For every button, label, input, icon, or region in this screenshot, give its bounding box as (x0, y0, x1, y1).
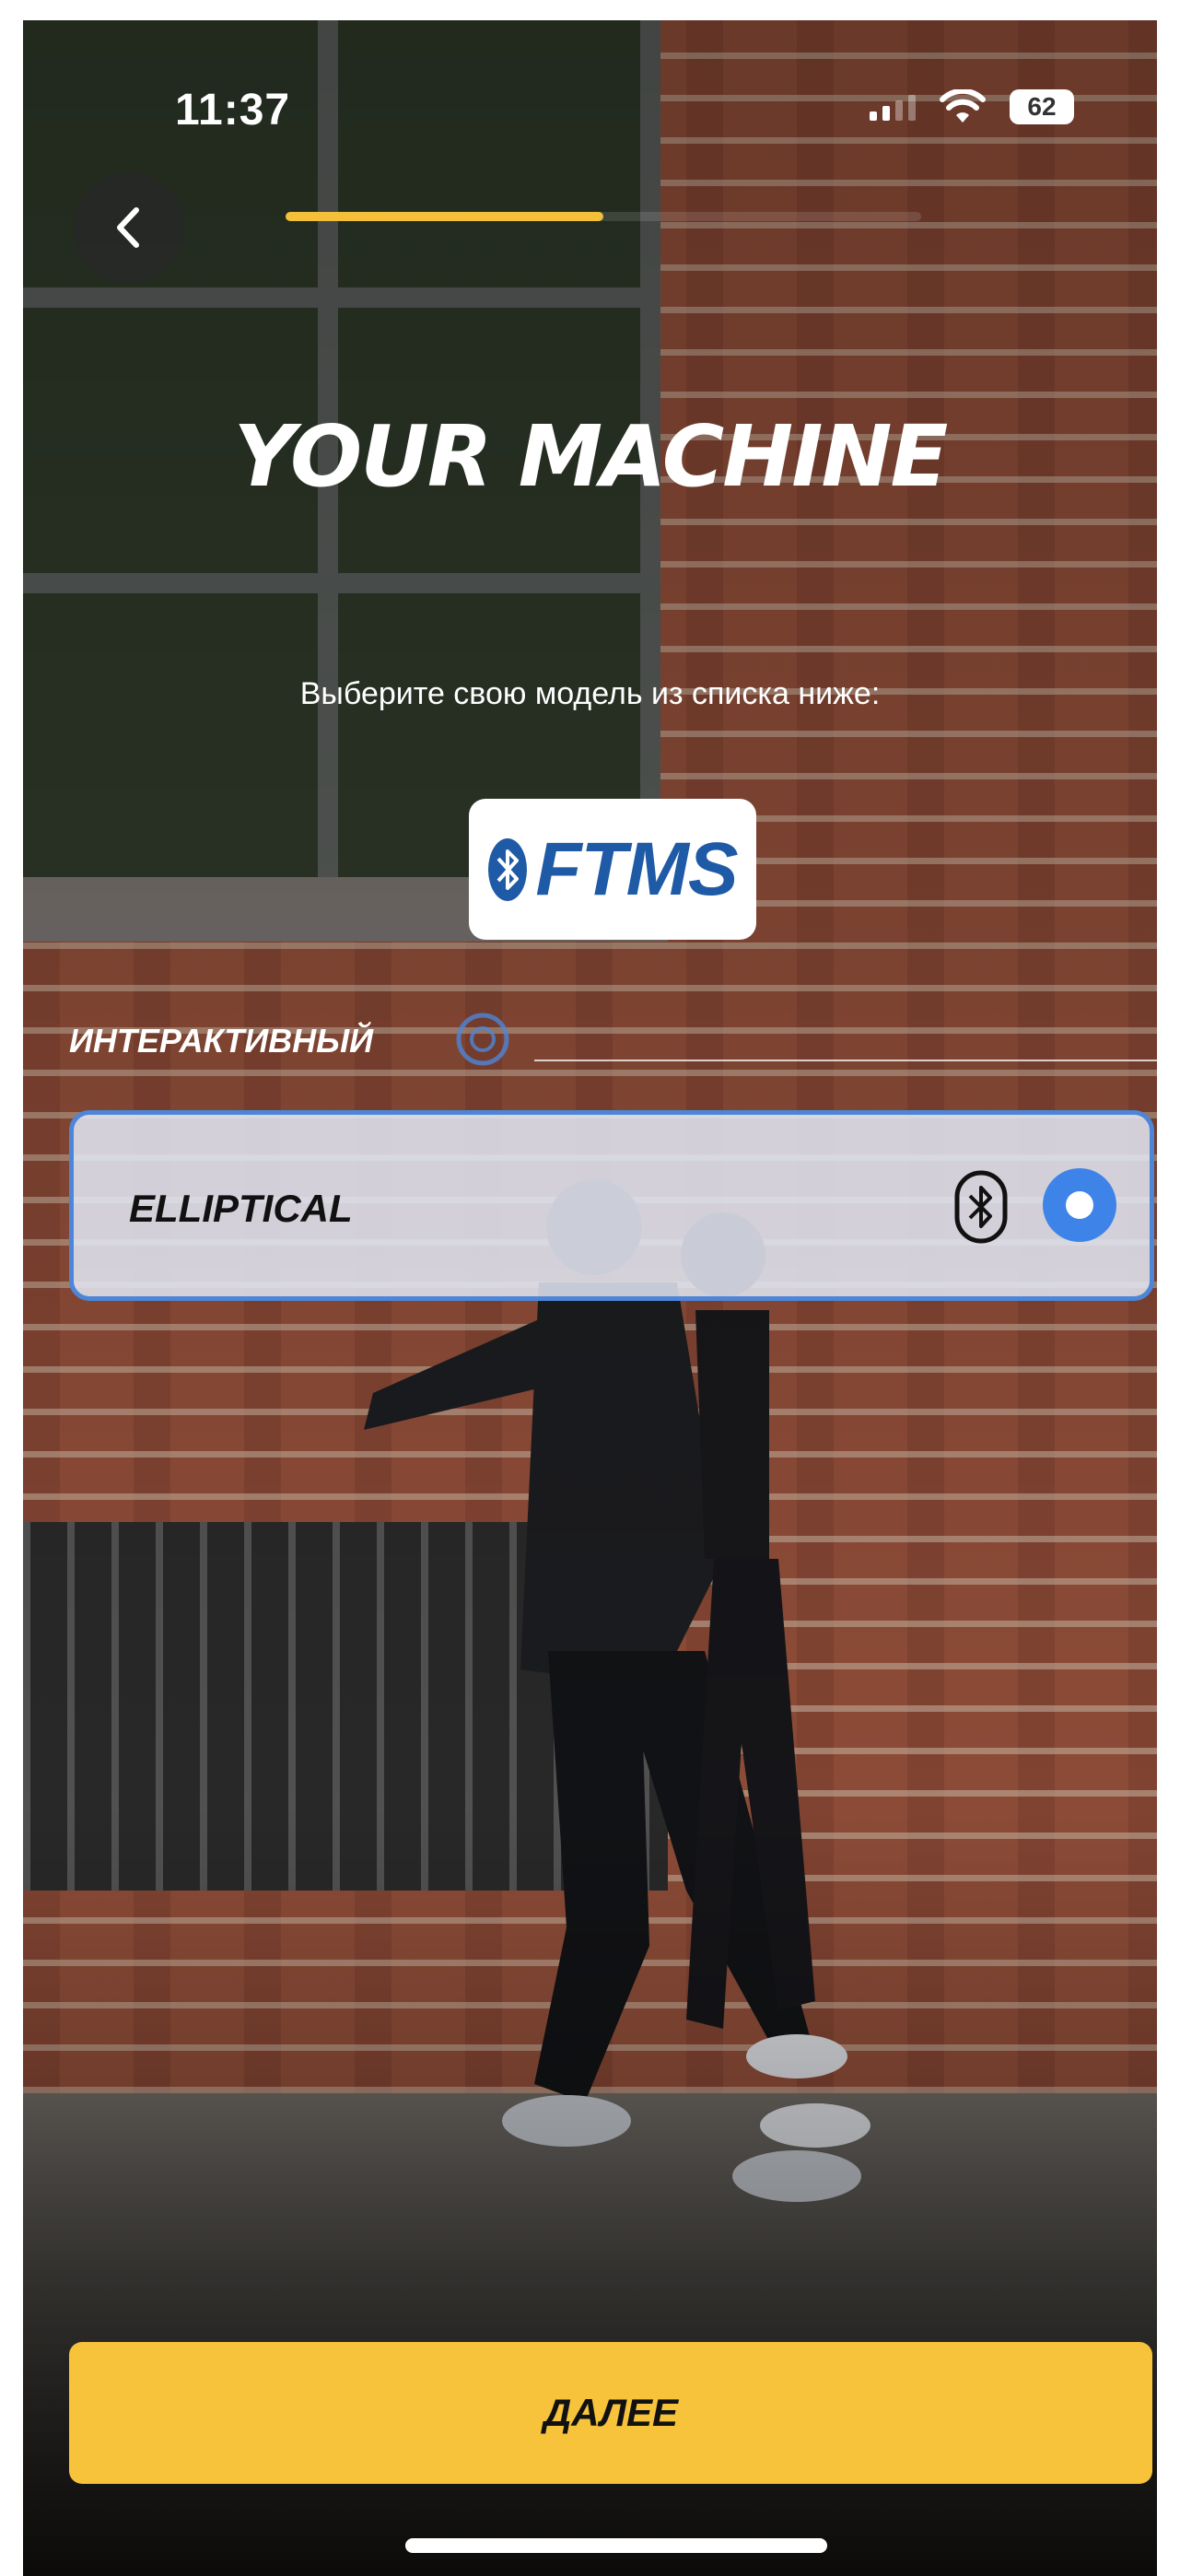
bluetooth-icon (488, 837, 528, 901)
progress-fill (286, 212, 603, 221)
app-screen: 11:37 62 YOUR MACHINE Выберите свою моде… (23, 20, 1157, 2576)
onboarding-progress (286, 212, 921, 221)
page-title: YOUR MACHINE (233, 407, 949, 506)
section-divider (534, 1060, 1157, 1061)
radio-dot (1066, 1191, 1093, 1219)
machine-option-elliptical[interactable]: ELLIPTICAL (69, 1110, 1154, 1301)
ftms-logo-text: FTMS (535, 826, 738, 911)
status-time: 11:37 (175, 86, 291, 135)
page-subtitle: Выберите свою модель из списка ниже: (299, 676, 881, 711)
battery-icon: 62 (1010, 89, 1074, 124)
interactive-icon (456, 1013, 509, 1066)
radio-selected[interactable] (1043, 1168, 1116, 1242)
home-indicator[interactable] (405, 2538, 827, 2553)
option-label: ELLIPTICAL (129, 1187, 353, 1230)
bluetooth-icon (954, 1170, 1008, 1244)
ftms-logo: FTMS (469, 799, 756, 940)
next-button[interactable]: ДАЛЕЕ (69, 2342, 1152, 2484)
back-button[interactable] (74, 172, 184, 283)
section-label: ИНТЕРАКТИВНЫЙ (69, 1022, 373, 1060)
chevron-left-icon (117, 207, 139, 248)
status-icons: 62 (870, 89, 1074, 124)
cellular-signal-icon (870, 93, 916, 121)
wifi-icon (940, 89, 986, 123)
